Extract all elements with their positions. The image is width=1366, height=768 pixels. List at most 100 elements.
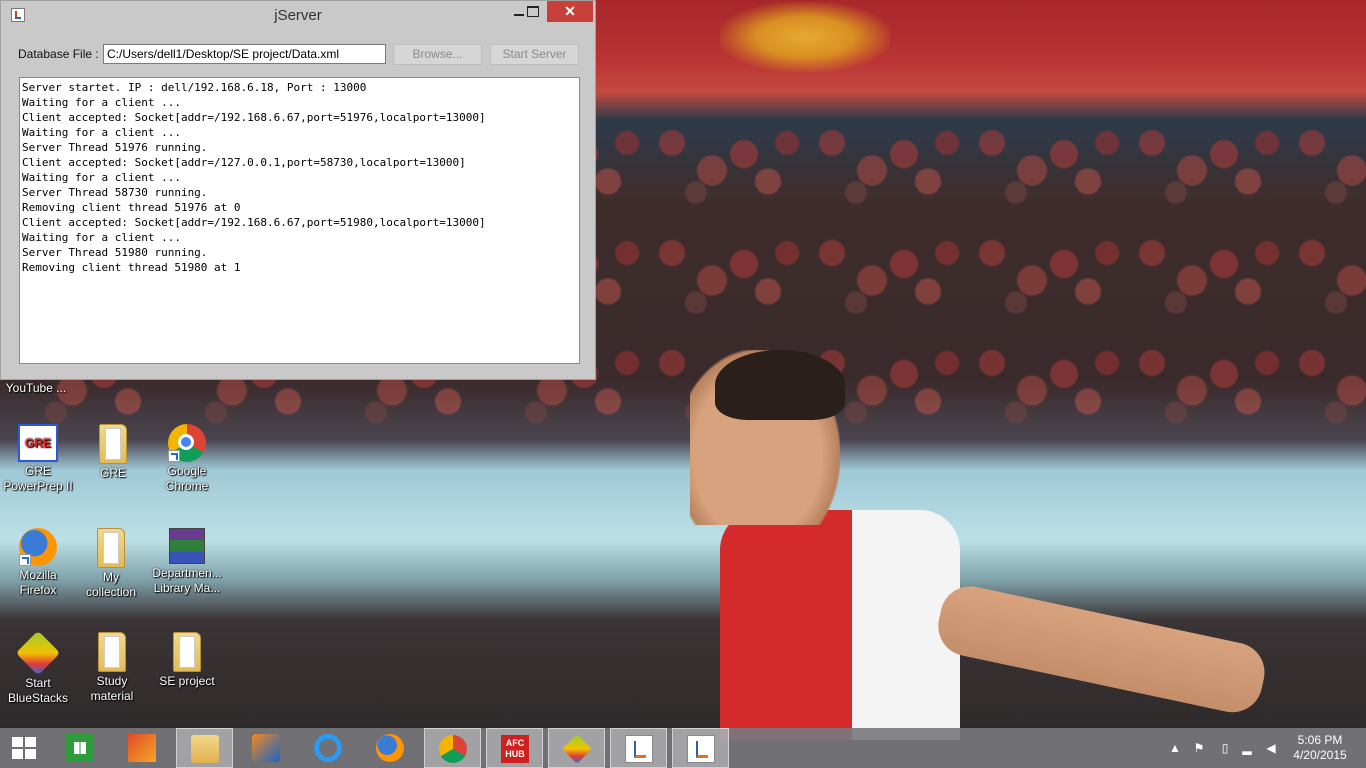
media-player-icon [252, 734, 280, 762]
log-line: Removing client thread 51976 at 0 [22, 201, 241, 214]
start-button[interactable] [0, 728, 50, 768]
desktop-icon-label: Mozilla [19, 568, 57, 582]
desktop-icon-label: PowerPrep II [3, 479, 73, 493]
taskbar-chrome[interactable] [424, 728, 481, 768]
network-signal-icon[interactable]: ▂ [1240, 741, 1254, 755]
desktop-icon-mozilla-firefox[interactable]: Mozilla Firefox [2, 528, 74, 598]
desktop-icon-gre-folder[interactable]: GRE [77, 424, 149, 481]
close-icon: ✕ [564, 3, 576, 19]
log-line: Server startet. IP : dell/192.168.6.18, … [22, 81, 367, 94]
log-line: Client accepted: Socket[addr=/192.168.6.… [22, 111, 486, 124]
desktop-icon-label: Google [167, 464, 207, 478]
show-hidden-icons-chevron-icon[interactable]: ▲ [1168, 741, 1182, 755]
java-icon [625, 735, 653, 763]
folder-icon [98, 632, 126, 672]
log-line: Server Thread 51980 running. [22, 246, 208, 259]
afc-hub-icon: AFC HUB [501, 735, 529, 763]
log-line: Waiting for a client ... [22, 96, 181, 109]
desktop-icon-google-chrome[interactable]: Google Chrome [151, 424, 223, 494]
taskbar-firefox[interactable] [362, 728, 419, 768]
winrar-icon [169, 528, 205, 564]
log-line: Waiting for a client ... [22, 231, 181, 244]
windows-logo-icon [12, 737, 38, 759]
file-explorer-icon [191, 735, 219, 763]
server-log-textarea[interactable]: Server startet. IP : dell/192.168.6.18, … [19, 77, 580, 364]
wallpaper-banner-logo [720, 2, 890, 72]
bluestacks-shape [15, 630, 61, 676]
database-file-input[interactable] [103, 44, 386, 64]
start-server-button[interactable]: Start Server [490, 44, 579, 65]
desktop-icon-start-bluestacks[interactable]: Start BlueStacks [2, 630, 74, 706]
maximize-button[interactable] [519, 1, 547, 22]
player-arm [932, 580, 1271, 718]
log-line: Client accepted: Socket[addr=/192.168.6.… [22, 216, 486, 229]
desktop-icon-label: BlueStacks [7, 691, 69, 705]
folder-icon [97, 528, 125, 568]
desktop-icon-label: material [90, 689, 134, 703]
taskbar-internet-explorer[interactable] [300, 728, 357, 768]
taskbar-file-explorer[interactable] [176, 728, 233, 768]
log-line: Waiting for a client ... [22, 126, 181, 139]
shortcut-arrow-icon [19, 554, 31, 566]
taskbar-media-player[interactable] [238, 728, 295, 768]
taskbar-afc-hub[interactable]: AFC HUB [486, 728, 543, 768]
taskbar: AFC HUB ▲ ⚑ ▯ ▂ ◀ 5:06 PM 4/20/2015 [0, 728, 1366, 768]
desktop-icon-youtube[interactable]: YouTube ... [0, 381, 72, 396]
store-icon [66, 734, 94, 762]
desktop-icon-label: GRE [24, 464, 51, 478]
desktop-icon-se-project[interactable]: SE project [151, 632, 223, 689]
window-titlebar[interactable]: jServer ✕ [1, 1, 595, 31]
desktop-icon-study-material[interactable]: Study material [76, 632, 148, 704]
desktop-icon-label: Study [96, 674, 128, 688]
desktop-icon-label: Firefox [19, 583, 57, 597]
action-center-flag-icon[interactable]: ⚑ [1192, 741, 1206, 755]
wallpaper-player [690, 350, 1271, 740]
jserver-window: jServer ✕ Database File : Browse... Star… [0, 0, 596, 380]
firefox-icon [19, 528, 57, 566]
desktop-icon-label: GRE [99, 466, 126, 480]
system-clock[interactable]: 5:06 PM 4/20/2015 [1290, 733, 1350, 763]
bluestacks-icon [15, 630, 61, 676]
taskbar-store[interactable] [52, 728, 109, 768]
desktop-icon-label: Departmen... [152, 566, 222, 580]
browse-button[interactable]: Browse... [393, 44, 482, 65]
desktop-icon-label: Library Ma... [153, 581, 221, 595]
desktop-icon-department-library[interactable]: Departmen... Library Ma... [151, 528, 223, 596]
desktop-icon-gre-powerprep[interactable]: GRE GRE PowerPrep II [2, 424, 74, 494]
taskbar-java-app[interactable] [672, 728, 729, 768]
afc-hub-label: AFC [505, 738, 525, 748]
desktop-icon-label: Start [25, 676, 51, 690]
log-line: Server Thread 58730 running. [22, 186, 208, 199]
desktop-icon-label: Chrome [165, 479, 209, 493]
log-line: Waiting for a client ... [22, 171, 181, 184]
clock-time: 5:06 PM [1297, 733, 1343, 747]
bluestacks-icon [562, 734, 592, 764]
clock-date: 4/20/2015 [1293, 748, 1347, 762]
log-line: Server Thread 51976 running. [22, 141, 208, 154]
player-hair [715, 350, 845, 420]
folder-icon [99, 424, 127, 464]
internet-explorer-icon [314, 734, 342, 762]
maximize-icon [527, 6, 539, 17]
taskbar-photos[interactable] [114, 728, 171, 768]
desktop-icon-label: My [103, 570, 119, 584]
log-line: Client accepted: Socket[addr=/127.0.0.1,… [22, 156, 466, 169]
desktop-icon-label: collection [85, 585, 137, 599]
shortcut-arrow-icon [168, 450, 180, 462]
taskbar-java-jserver[interactable] [610, 728, 667, 768]
battery-icon[interactable]: ▯ [1218, 741, 1232, 755]
chrome-icon [439, 735, 467, 763]
close-button[interactable]: ✕ [547, 1, 593, 22]
gre-icon: GRE [18, 424, 58, 462]
database-file-label: Database File : [18, 47, 99, 61]
photos-icon [128, 734, 156, 762]
taskbar-bluestacks[interactable] [548, 728, 605, 768]
desktop-icon-my-collection[interactable]: My collection [75, 528, 147, 600]
desktop-icon-label: YouTube ... [5, 381, 67, 395]
log-line: Removing client thread 51980 at 1 [22, 261, 241, 274]
player-shirt [720, 510, 960, 740]
folder-icon [173, 632, 201, 672]
java-icon [687, 735, 715, 763]
volume-icon[interactable]: ◀ [1264, 741, 1278, 755]
firefox-icon [376, 734, 404, 762]
